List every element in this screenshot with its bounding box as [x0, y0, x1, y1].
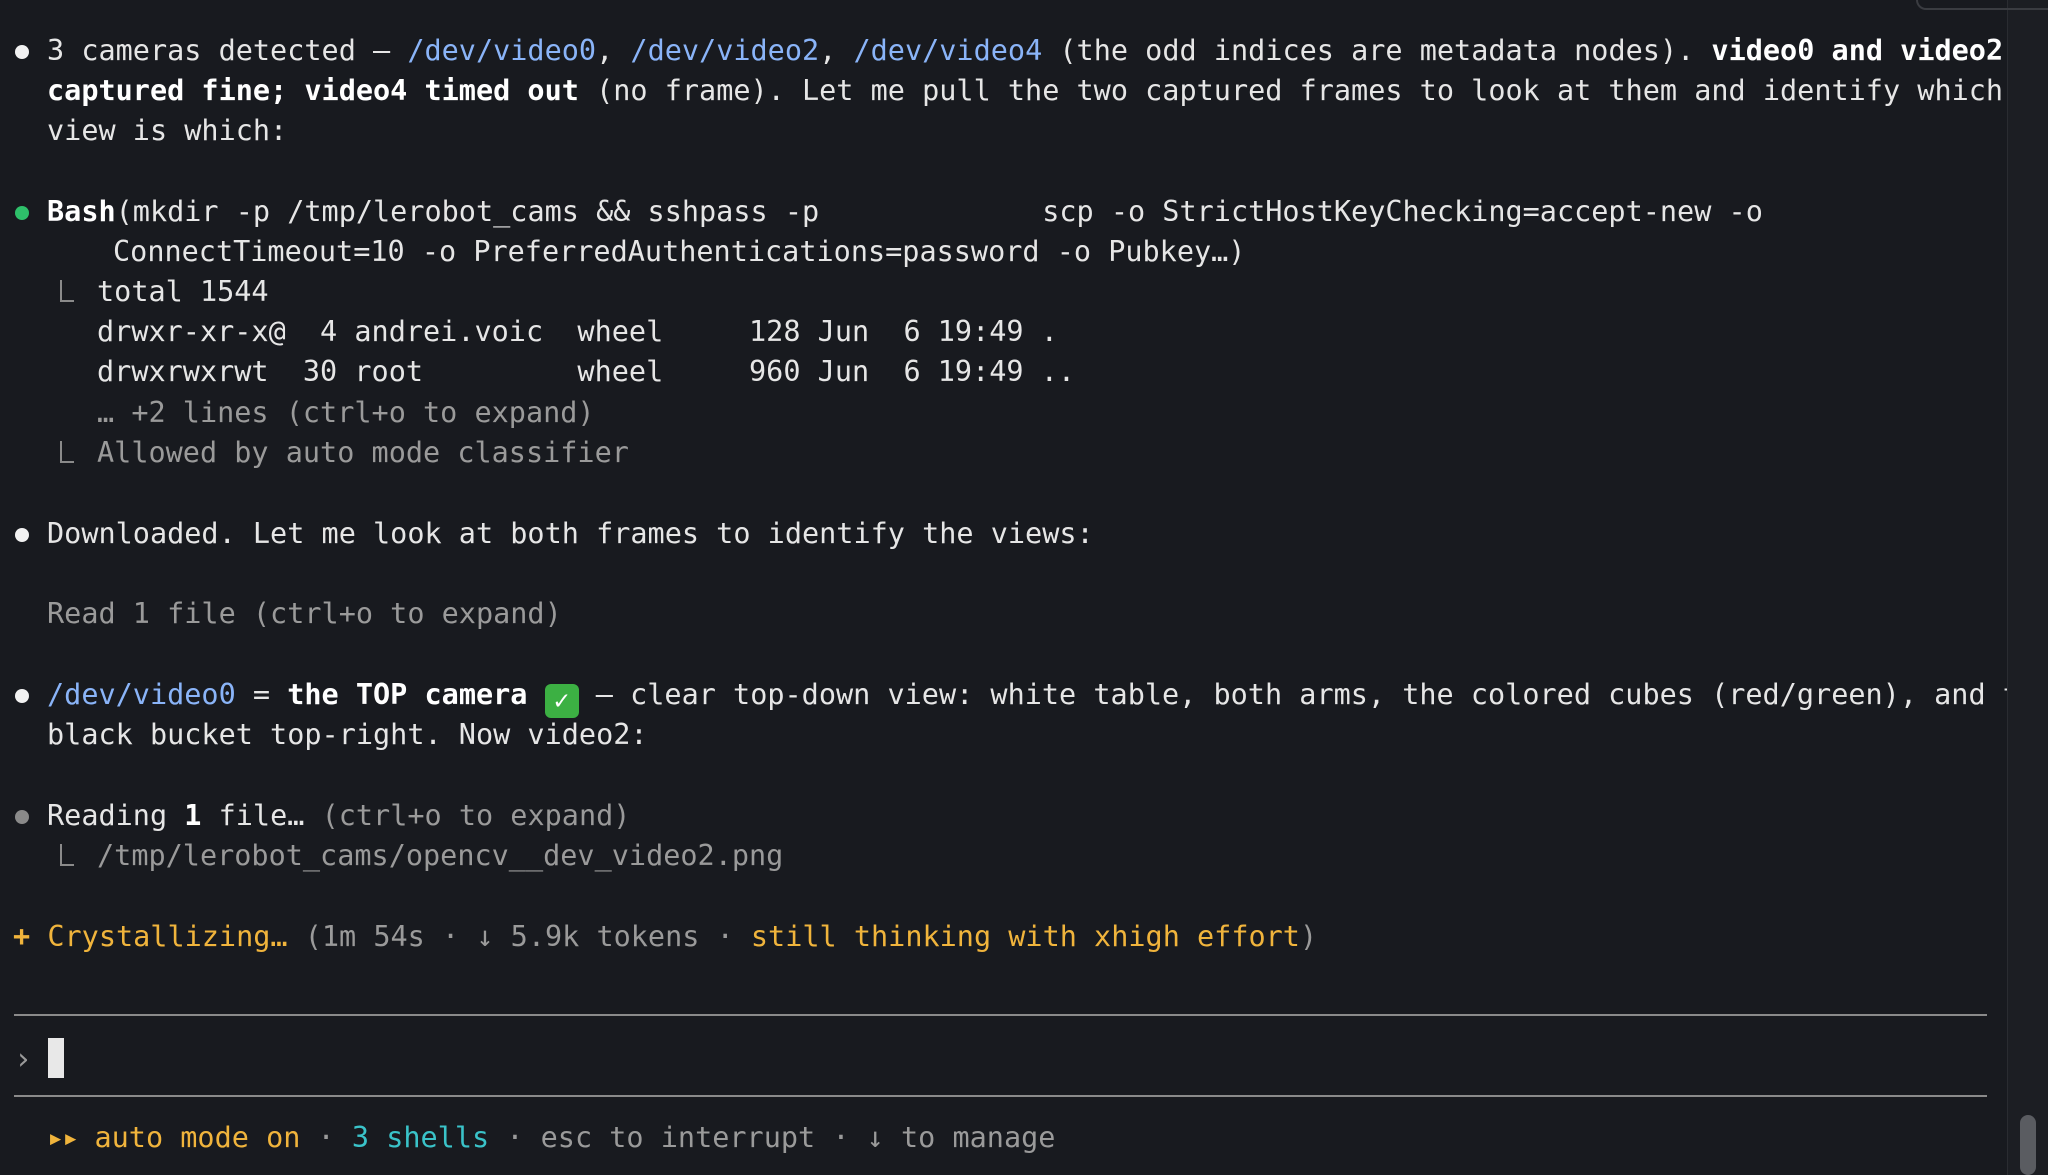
- message-bold: the TOP camera: [287, 678, 528, 711]
- tool-name: Bash: [47, 195, 116, 228]
- message-bullet: [15, 45, 29, 59]
- prompt-caret-icon: ›: [14, 1042, 33, 1077]
- reading-path: /tmp/lerobot_cams/opencv__dev_video2.png: [97, 836, 783, 876]
- auto-mode-indicator[interactable]: auto mode on: [77, 1121, 300, 1154]
- status-punct: (: [287, 920, 322, 953]
- expand-hint[interactable]: … +2 lines (ctrl+o to expand): [97, 393, 595, 433]
- separator: ,: [596, 34, 631, 67]
- tool-status-bullet: [15, 206, 29, 220]
- bash-output-line: drwxrwxrwt 30 root wheel 960 Jun 6 19:49…: [97, 352, 1075, 392]
- message-text: view is which:: [47, 114, 288, 147]
- status-line: + Crystallizing… (1m 54s · ↓ 5.9k tokens…: [13, 917, 1317, 957]
- prompt-top-divider: [14, 1014, 1987, 1016]
- shells-indicator[interactable]: 3 shells: [352, 1121, 489, 1154]
- check-mark-icon: ✓: [544, 684, 579, 718]
- message-text: (no frame). Let me pull the two captured…: [578, 74, 2004, 107]
- message-bold: video0 and video2: [1711, 34, 2004, 67]
- scrollbar-thumb[interactable]: [2020, 1115, 2036, 1175]
- spinner-icon: +: [13, 920, 31, 953]
- tree-connector-icon: [60, 280, 74, 302]
- elapsed-time: 1m 54s: [321, 920, 425, 953]
- message-line: 3 cameras detected – /dev/video0, /dev/v…: [47, 31, 2003, 71]
- token-count: 5.9k tokens: [493, 920, 700, 953]
- prompt-bottom-divider: [14, 1095, 1987, 1097]
- fast-forward-icon: ▸▸: [47, 1121, 79, 1154]
- bash-command-line: Bash(mkdir -p /tmp/lerobot_cams && sshpa…: [47, 192, 1763, 232]
- expand-hint-text[interactable]: (ctrl+o to expand): [322, 799, 631, 832]
- bash-output: drwxrwxrwt 30 root wheel 960 Jun 6 19:49…: [97, 355, 1076, 388]
- manage-hint: ↓ to manage: [866, 1121, 1056, 1154]
- bash-command-line: ConnectTimeout=10 -o PreferredAuthentica…: [113, 232, 1245, 272]
- message-text: (the odd indices are metadata nodes).: [1042, 34, 1712, 67]
- reading-text: Reading: [47, 799, 185, 832]
- bash-output: drwxr-xr-x@ 4 andrei.voic wheel 128 Jun …: [97, 315, 1058, 348]
- classifier-note: Allowed by auto mode classifier: [97, 433, 629, 473]
- separator: ,: [819, 34, 854, 67]
- device-path: /dev/video0: [407, 34, 597, 67]
- message-line: black bucket top-right. Now video2:: [47, 715, 648, 755]
- bash-output-line: drwxr-xr-x@ 4 andrei.voic wheel 128 Jun …: [97, 312, 1058, 352]
- thinking-note: still thinking with xhigh effort: [750, 920, 1300, 953]
- footer-separator: ·: [489, 1121, 541, 1154]
- read-file-text: Read 1 file (ctrl+o to expand): [47, 597, 562, 630]
- classifier-note-text: Allowed by auto mode classifier: [97, 436, 629, 469]
- bash-output-line: total 1544: [97, 272, 269, 312]
- device-path: /dev/video2: [630, 34, 820, 67]
- tree-connector-icon: [60, 844, 74, 866]
- message-text: black bucket top-right. Now video2:: [47, 718, 648, 751]
- bash-command: (mkdir -p /tmp/lerobot_cams && sshpass -…: [115, 195, 1763, 228]
- down-arrow-icon: ↓: [476, 920, 494, 953]
- footer-status: ▸▸ auto mode on · 3 shells · esc to inte…: [47, 1118, 1055, 1158]
- reading-text: file…: [201, 799, 322, 832]
- message-text: 3 cameras detected –: [47, 34, 408, 67]
- interrupt-hint: esc to interrupt: [540, 1121, 816, 1154]
- terminal-window: 3 cameras detected – /dev/video0, /dev/v…: [0, 0, 2048, 1175]
- tree-connector-icon: [60, 441, 74, 463]
- status-separator: ·: [424, 920, 477, 953]
- window-frame-corner: [1916, 0, 2048, 10]
- status-punct: ): [1299, 920, 1318, 953]
- read-file-summary[interactable]: Read 1 file (ctrl+o to expand): [47, 594, 562, 634]
- message-bullet: [15, 689, 29, 703]
- vertical-scrollbar[interactable]: [2007, 0, 2048, 1175]
- bash-output: total 1544: [97, 275, 269, 308]
- message-text: =: [235, 678, 288, 711]
- device-path: /dev/video4: [853, 34, 1043, 67]
- message-bold: captured fine; video4 timed out: [47, 74, 579, 107]
- reading-count: 1: [184, 799, 202, 832]
- message-line: Downloaded. Let me look at both frames t…: [47, 514, 1094, 554]
- in-progress-bullet: [15, 810, 29, 824]
- expand-hint-text: … +2 lines (ctrl+o to expand): [97, 396, 595, 429]
- reading-line: Reading 1 file… (ctrl+o to expand): [47, 796, 630, 836]
- status-verb: Crystallizing…: [47, 920, 288, 953]
- message-text: – clear top-down view: white table, both…: [578, 678, 2048, 711]
- device-path: /dev/video0: [47, 678, 236, 711]
- message-text: Downloaded. Let me look at both frames t…: [47, 517, 1094, 550]
- message-bullet: [15, 528, 29, 542]
- prompt-input-cursor[interactable]: [48, 1038, 64, 1078]
- status-separator: ·: [699, 920, 751, 953]
- message-line: captured fine; video4 timed out (no fram…: [47, 71, 2003, 111]
- bash-command: ConnectTimeout=10 -o PreferredAuthentica…: [113, 235, 1246, 268]
- footer-separator: ·: [815, 1121, 867, 1154]
- footer-separator: ·: [300, 1121, 352, 1154]
- file-path: /tmp/lerobot_cams/opencv__dev_video2.png: [97, 839, 784, 872]
- message-line: /dev/video0 = the TOP camera ✓ – clear t…: [47, 675, 2048, 718]
- message-line: view is which:: [47, 111, 287, 151]
